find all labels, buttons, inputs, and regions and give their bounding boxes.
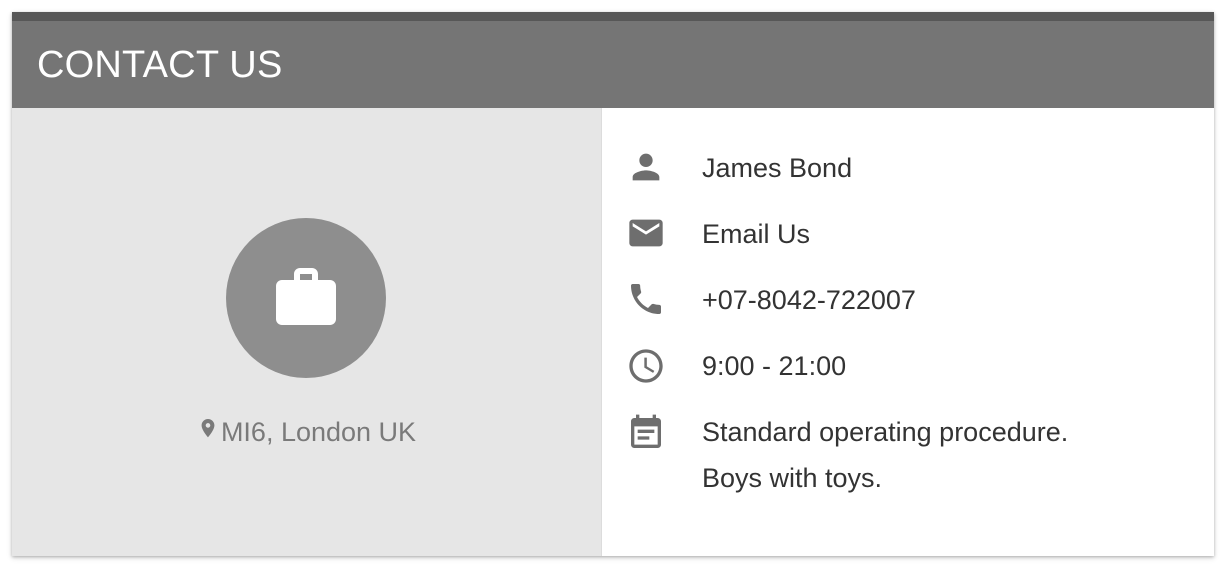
person-icon (626, 147, 666, 187)
briefcase-icon (276, 268, 336, 325)
email-link[interactable]: Email Us (702, 211, 810, 257)
location: MI6, London UK (12, 414, 601, 452)
phone-number: +07-8042-722007 (702, 285, 916, 315)
page-title: CONTACT US (37, 44, 283, 86)
notes-line-1: Standard operating procedure. (702, 417, 1069, 447)
details-pane: James Bond Email Us +07-8042-722007 9:00… (602, 108, 1214, 556)
contact-card: CONTACT US MI6, London UK James Bond Ema… (12, 12, 1214, 556)
profile-pane: MI6, London UK (12, 108, 601, 556)
contact-name: James Bond (702, 153, 853, 183)
calendar-note-icon (626, 413, 666, 453)
header-top-bar (12, 12, 1214, 21)
business-hours: 9:00 - 21:00 (702, 351, 847, 381)
location-text: MI6, London UK (220, 417, 417, 447)
phone-icon (626, 279, 666, 319)
map-pin-icon (197, 416, 219, 452)
card-header: CONTACT US (12, 21, 1214, 108)
notes-line-2: Boys with toys. (702, 463, 883, 493)
mail-icon (626, 213, 666, 253)
avatar (226, 218, 386, 378)
clock-icon (626, 346, 666, 386)
